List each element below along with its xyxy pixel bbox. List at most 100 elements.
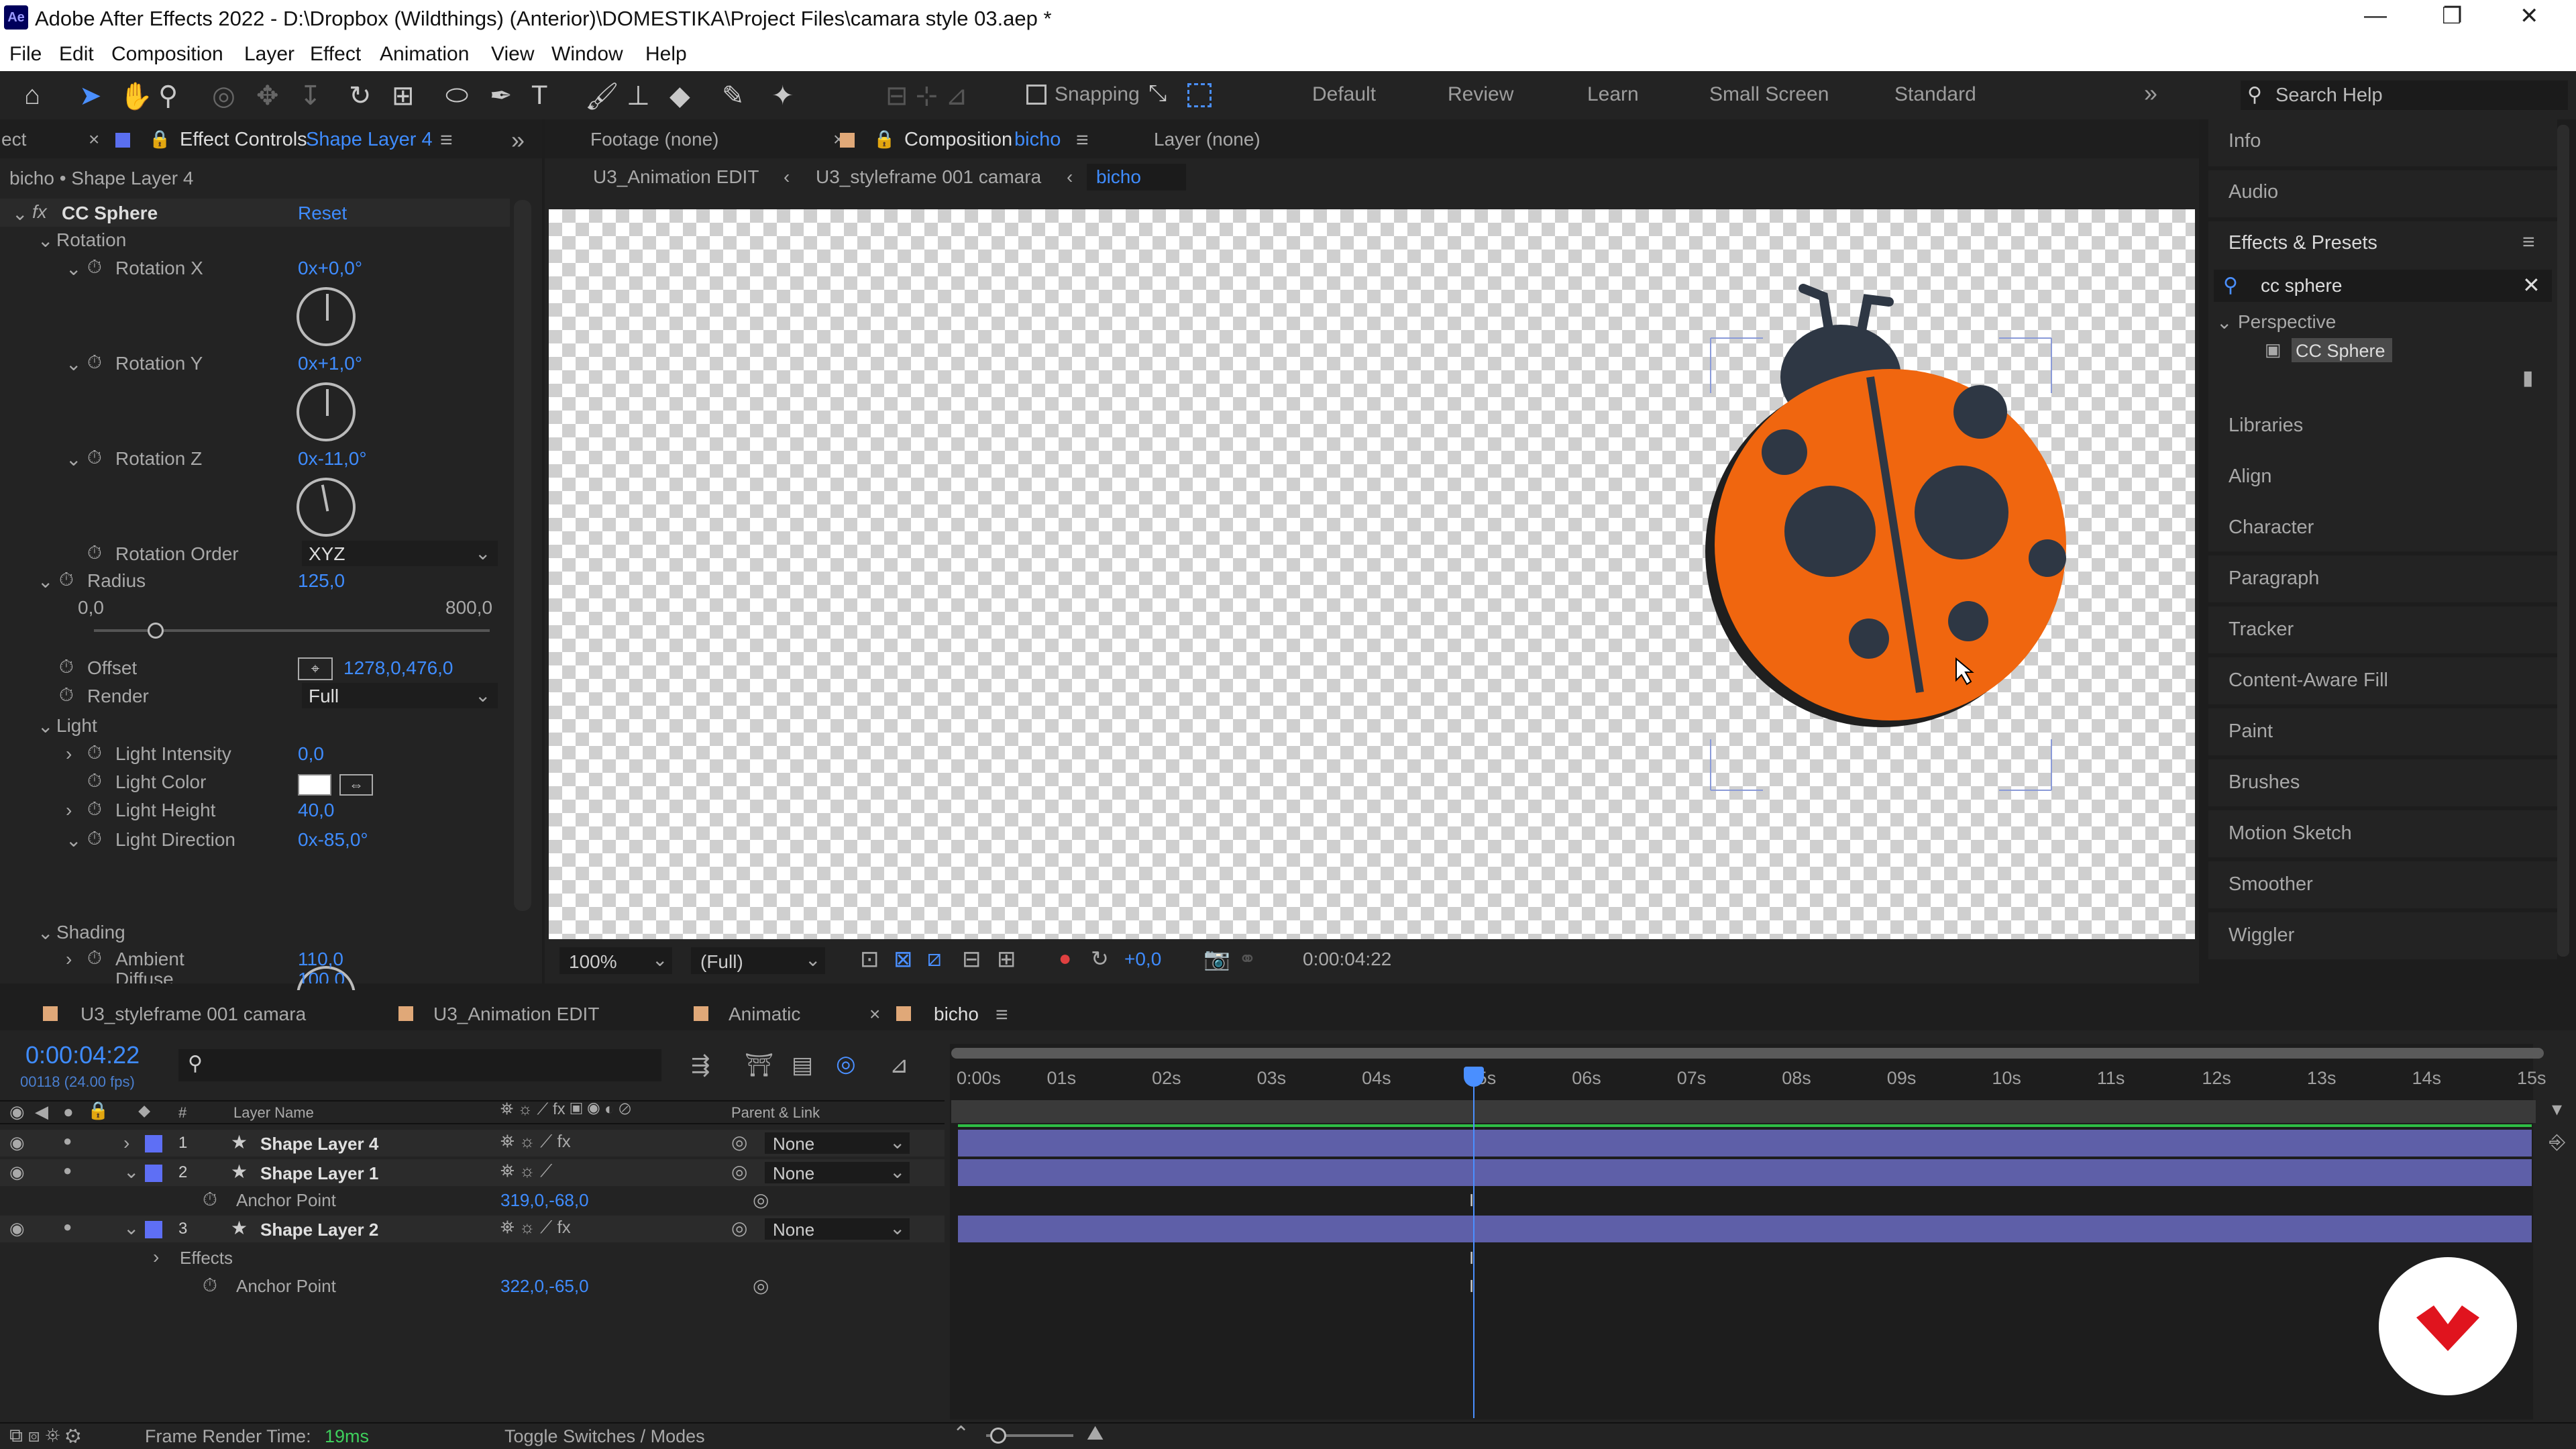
character-label[interactable]: Character (2229, 517, 2314, 539)
layer-label-color[interactable] (145, 1221, 162, 1238)
light-color-swatch[interactable] (298, 774, 331, 796)
timeline-zoom-slider[interactable] (986, 1428, 1073, 1444)
light-direction-toggle[interactable]: ⌄ (66, 829, 81, 851)
smoother-label[interactable]: Smoother (2229, 873, 2313, 896)
stopwatch-icon[interactable]: ⏱ (87, 798, 102, 820)
pickwhip-icon[interactable]: ◎ (753, 1275, 769, 1297)
snapping-checkbox[interactable] (1026, 85, 1046, 105)
region-of-interest-icon[interactable]: ⊡ (860, 946, 879, 973)
offset-value[interactable]: 1278,0,476,0 (343, 657, 453, 679)
pickwhip-icon[interactable]: ◎ (731, 1161, 747, 1183)
effect-controls-tab-label[interactable]: Effect Controls (180, 129, 307, 151)
radius-slider[interactable] (94, 623, 490, 639)
crumb-animation-edit[interactable]: U3_Animation EDIT (593, 166, 759, 188)
exposure-value[interactable]: +0,0 (1124, 949, 1161, 970)
ambient-value[interactable]: 110,0 (298, 949, 343, 970)
workspace-standard[interactable]: Standard (1894, 83, 1976, 106)
parent-dropdown[interactable]: None ⌄ (765, 1218, 910, 1240)
layer-tab[interactable]: Layer (none) (1154, 129, 1260, 150)
paint-label[interactable]: Paint (2229, 720, 2273, 743)
reset-button[interactable]: Reset (298, 203, 347, 224)
layer-name[interactable]: Shape Layer 4 (260, 1134, 378, 1155)
motion-blur-icon[interactable]: ◎ (836, 1051, 856, 1077)
layer-switches[interactable]: ⛯ ☼ ⟋ (500, 1161, 552, 1182)
hide-shy-layers-icon[interactable]: ▤ (792, 1052, 813, 1079)
rotation-y-value[interactable]: 0x+1,0° (298, 353, 362, 374)
timeline-tab-styleframe[interactable]: U3_styleframe 001 camara (80, 1004, 306, 1025)
expand-arrow-icon[interactable]: › (123, 1132, 129, 1154)
zoom-out-icon[interactable]: ⌃ (953, 1422, 969, 1446)
panel-menu-icon[interactable]: ≡ (2522, 229, 2535, 254)
footage-tab[interactable]: Footage (none) (590, 129, 718, 150)
zoom-tool-icon[interactable]: ⚲ (158, 80, 178, 111)
rotation-x-toggle[interactable]: ⌄ (66, 258, 81, 280)
content-aware-fill-label[interactable]: Content-Aware Fill (2229, 669, 2388, 692)
stopwatch-icon[interactable]: ⏱ (87, 447, 102, 469)
timeline-search-input[interactable]: ⚲ (178, 1049, 661, 1081)
solo-dot[interactable]: ● (63, 1132, 72, 1150)
perspective-toggle[interactable]: ⌄ (2216, 311, 2232, 333)
snap-options-icon[interactable]: ⤡ (1148, 80, 1167, 107)
align-label[interactable]: Align (2229, 466, 2272, 488)
reset-exposure-icon[interactable]: ↻ (1091, 946, 1109, 971)
work-area-bar[interactable] (951, 1048, 2544, 1059)
audio-panel-label[interactable]: Audio (2229, 181, 2278, 203)
pan-behind-tool-icon[interactable]: ⊞ (392, 80, 415, 111)
effect-controls-scrollbar[interactable] (514, 200, 531, 911)
viewer-timecode[interactable]: 0:00:04:22 (1303, 949, 1391, 970)
eraser-tool-icon[interactable]: ◆ (669, 80, 690, 111)
info-panel-label[interactable]: Info (2229, 130, 2261, 152)
rotation-x-dial[interactable] (297, 287, 356, 346)
motion-sketch-label[interactable]: Motion Sketch (2229, 822, 2352, 845)
toggle-switches-modes[interactable]: Toggle Switches / Modes (504, 1426, 705, 1447)
crumb-bicho[interactable]: bicho (1096, 166, 1141, 188)
playhead[interactable] (1464, 1067, 1485, 1418)
snap-target-icon[interactable] (1187, 83, 1212, 107)
tracker-label[interactable]: Tracker (2229, 619, 2294, 641)
workspace-review[interactable]: Review (1448, 83, 1513, 106)
pan-tool-icon[interactable]: ✥ (256, 80, 279, 111)
libraries-label[interactable]: Libraries (2229, 415, 2303, 437)
timeline-zoom-handle[interactable] (990, 1428, 1006, 1444)
clear-search-icon[interactable]: ✕ (2522, 272, 2540, 298)
parent-dropdown[interactable]: None ⌄ (765, 1161, 910, 1183)
ambient-toggle[interactable]: › (66, 949, 72, 970)
minimize-button[interactable]: — (2364, 3, 2387, 29)
composition-mini-flowchart-icon[interactable]: ⇶ (691, 1052, 710, 1079)
orbit-tool-icon[interactable]: ◎ (212, 80, 235, 111)
light-height-value[interactable]: 40,0 (298, 800, 335, 821)
menu-layer[interactable]: Layer (244, 43, 294, 66)
rotation-order-dropdown[interactable]: XYZ ⌄ (302, 541, 498, 566)
effects-search-box[interactable]: ⚲ cc sphere ✕ (2214, 270, 2552, 302)
render-icons[interactable]: ⧉ ⧇ ⛯ ⚙ (9, 1425, 80, 1447)
rotation-x-value[interactable]: 0x+0,0° (298, 258, 362, 279)
hand-tool-icon[interactable]: ✋ (119, 80, 153, 112)
light-group-toggle[interactable]: ⌄ (38, 715, 53, 737)
rotation-z-toggle[interactable]: ⌄ (66, 448, 81, 470)
parent-dropdown[interactable]: None ⌄ (765, 1132, 910, 1154)
stopwatch-icon[interactable]: ⏱ (87, 352, 102, 374)
stopwatch-icon[interactable]: ⏱ (87, 947, 102, 969)
layer-name[interactable]: Shape Layer 2 (260, 1220, 378, 1240)
stopwatch-icon[interactable]: ⏱ (59, 684, 74, 706)
layer-label-color[interactable] (145, 1165, 162, 1182)
layer-label-color[interactable] (145, 1135, 162, 1152)
brushes-label[interactable]: Brushes (2229, 771, 2300, 794)
timeline-tab-bicho[interactable]: bicho (934, 1004, 979, 1025)
eye-icon[interactable]: ◉ (9, 1132, 25, 1153)
graph-editor-icon[interactable]: ⊿ (890, 1052, 909, 1079)
comp-marker-bin-icon[interactable]: ▾ (2552, 1097, 2562, 1121)
solo-dot[interactable]: ● (63, 1218, 72, 1236)
eyedropper-icon[interactable]: ⇔ (339, 774, 373, 796)
paragraph-label[interactable]: Paragraph (2229, 568, 2319, 590)
layer-bar-2[interactable] (958, 1159, 2532, 1186)
timeline-tab-animatic[interactable]: Animatic (729, 1004, 800, 1025)
draft-3d-icon[interactable]: ⛩ (745, 1052, 773, 1079)
radius-value[interactable]: 125,0 (298, 570, 345, 592)
new-bin-icon[interactable]: ▮ (2522, 366, 2534, 390)
close-button[interactable]: ✕ (2520, 3, 2539, 30)
3d-view-icon[interactable]: ⊞ (997, 946, 1016, 973)
panel-menu-icon[interactable]: ≡ (1076, 127, 1089, 152)
comp-button-icon[interactable]: ⎆ (2549, 1131, 2565, 1154)
menu-window[interactable]: Window (551, 43, 623, 66)
